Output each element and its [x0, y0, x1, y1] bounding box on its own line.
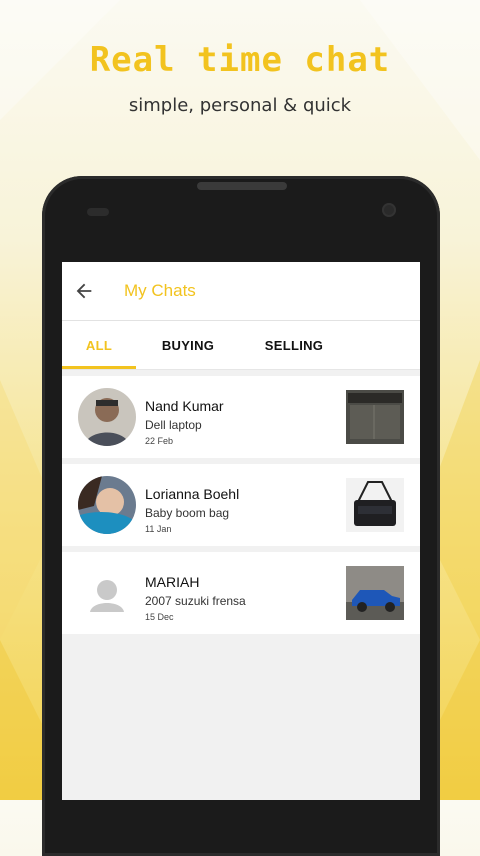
item-title: 2007 suzuki frensa [145, 594, 246, 608]
item-title: Dell laptop [145, 418, 202, 432]
contact-name: Lorianna Boehl [145, 486, 240, 502]
tab-label: ALL [85, 337, 113, 353]
phone-top-slot [197, 182, 287, 190]
bag-photo-icon [346, 478, 404, 532]
tab-buying[interactable]: BUYING [136, 321, 240, 369]
chat-row[interactable]: MARIAH 2007 suzuki frensa 15 Dec [62, 552, 420, 634]
back-button[interactable] [64, 262, 104, 320]
chat-date: 11 Jan [145, 524, 172, 534]
tab-label: SELLING [264, 337, 324, 353]
app-screen: My Chats ALL BUYING SELLING Nand Kumar D [62, 262, 420, 800]
page-title: My Chats [124, 281, 196, 300]
arrow-left-icon [76, 283, 92, 299]
person-photo-icon [78, 388, 136, 446]
promo-subheadline: simple, personal & quick [128, 95, 352, 116]
laptop-photo-icon [346, 390, 404, 444]
tab-label: BUYING [161, 337, 215, 353]
app-toolbar: My Chats [62, 262, 420, 321]
default-user-icon [78, 564, 136, 622]
chat-date: 15 Dec [145, 612, 174, 622]
chat-list: Nand Kumar Dell laptop 22 Feb Lorianna B… [62, 370, 420, 634]
contact-name: Nand Kumar [145, 398, 224, 414]
baby-photo-icon [78, 476, 136, 534]
avatar [78, 476, 136, 534]
tab-selling[interactable]: SELLING [240, 321, 348, 369]
chat-tabs: ALL BUYING SELLING [62, 321, 420, 370]
item-thumbnail [346, 566, 404, 620]
car-photo-icon [346, 566, 404, 620]
phone-camera [382, 203, 396, 217]
item-thumbnail [346, 478, 404, 532]
chat-row[interactable]: Nand Kumar Dell laptop 22 Feb [62, 376, 420, 458]
item-thumbnail [346, 390, 404, 444]
chat-date: 22 Feb [145, 436, 174, 446]
item-title: Baby boom bag [145, 506, 230, 520]
phone-sensor [87, 208, 109, 216]
promo-headline: Real time chat [89, 40, 391, 80]
contact-name: MARIAH [145, 574, 200, 590]
avatar [78, 564, 136, 622]
avatar [78, 388, 136, 446]
tab-all[interactable]: ALL [62, 321, 136, 369]
chat-row[interactable]: Lorianna Boehl Baby boom bag 11 Jan [62, 464, 420, 546]
